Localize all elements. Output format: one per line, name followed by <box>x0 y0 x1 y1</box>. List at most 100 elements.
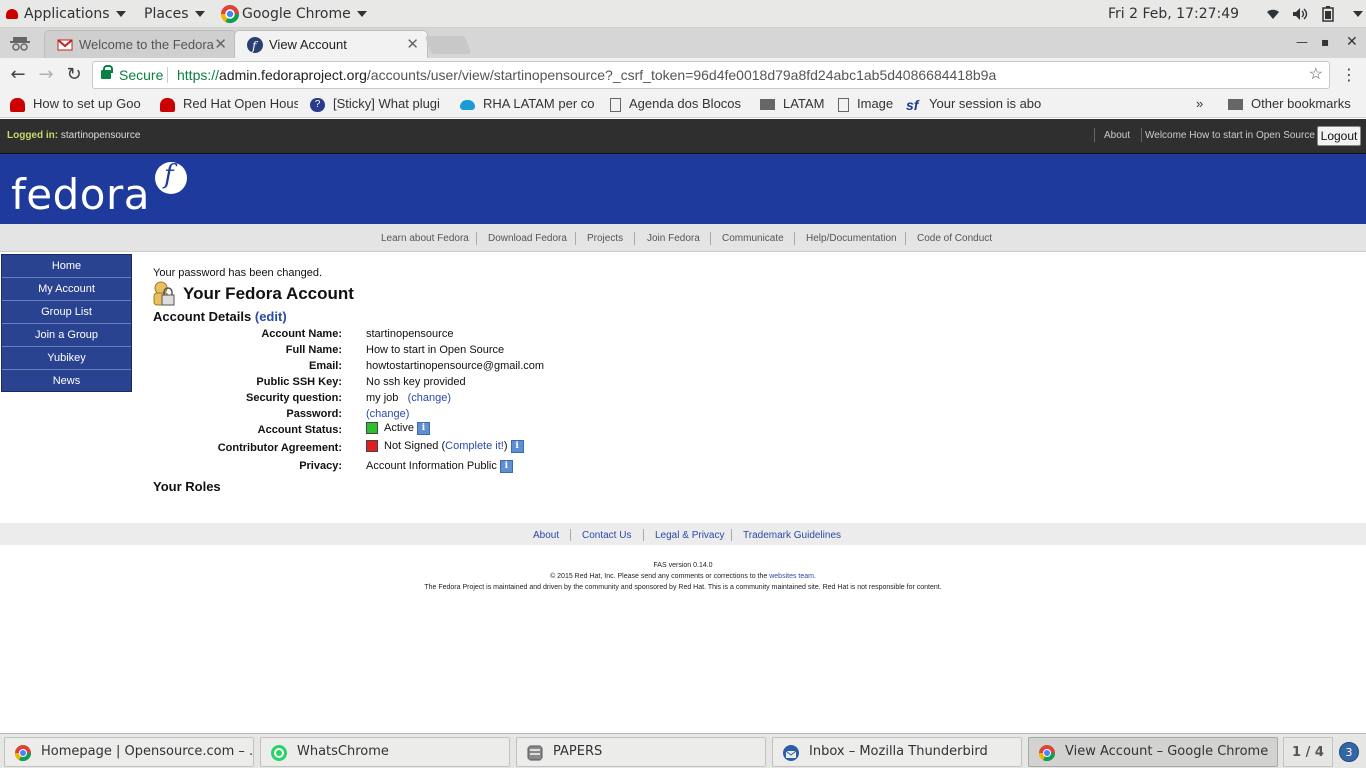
close-tab-icon[interactable]: ✕ <box>406 31 419 58</box>
active-app-menu[interactable]: Google Chrome <box>220 0 367 28</box>
redhat-icon <box>160 97 175 112</box>
tab-view-account[interactable]: f View Account ✕ <box>234 30 428 58</box>
redhat-icon <box>10 97 25 112</box>
logged-in-status: Logged in: startinopensource <box>7 130 140 141</box>
bookmark-item[interactable]: RHA LATAM per co <box>460 92 598 118</box>
info-icon[interactable]: i <box>510 440 524 453</box>
whatsapp-icon <box>271 745 287 761</box>
task-thunderbird[interactable]: Inbox – Mozilla Thunderbird <box>772 737 1022 767</box>
about-link[interactable]: About <box>1104 130 1130 141</box>
task-label: Inbox – Mozilla Thunderbird <box>809 744 988 759</box>
logout-button[interactable]: Logout <box>1317 126 1361 146</box>
welcome-link[interactable]: Welcome How to start in Open Source <box>1145 130 1315 141</box>
forward-arrow-icon[interactable]: → <box>33 62 59 88</box>
disclaimer: The Fedora Project is maintained and dri… <box>424 584 942 591</box>
cross-icon <box>366 440 378 453</box>
change-security-link[interactable]: (change) <box>408 392 451 404</box>
footer-legal-link[interactable]: Legal & Privacy <box>655 530 724 541</box>
star-bookmark-icon[interactable]: ☆ <box>1309 62 1323 88</box>
places-label: Places <box>144 6 189 22</box>
nav-download-fedora[interactable]: Download Fedora <box>488 233 567 244</box>
tab-title: Welcome to the Fedora <box>79 37 214 52</box>
bookmark-item[interactable]: ? [Sticky] What plugi <box>310 92 446 118</box>
url-text: https://admin.fedoraproject.org/accounts… <box>177 67 997 83</box>
secure-label: Secure <box>119 67 164 83</box>
bookmarks-overflow-button[interactable]: » <box>1196 92 1210 118</box>
bookmark-item[interactable]: Image <box>838 92 900 118</box>
sidebar-item-yubikey[interactable]: Yubikey <box>2 347 131 370</box>
info-icon[interactable]: i <box>416 422 430 435</box>
change-password-link[interactable]: (change) <box>366 408 409 420</box>
security-answer: my job <box>366 392 399 404</box>
task-papers[interactable]: PAPERS <box>516 737 766 767</box>
task-label: PAPERS <box>553 744 603 759</box>
sidebar-item-my-account[interactable]: My Account <box>2 278 131 301</box>
maximize-icon[interactable]: ▪ <box>1321 28 1329 56</box>
cloud-icon <box>460 99 475 110</box>
account-name-label: Account Name: <box>261 328 342 340</box>
complete-cla-link[interactable]: Complete it! <box>445 440 504 452</box>
workspace-indicator[interactable]: 1 / 4 <box>1283 737 1333 767</box>
reload-icon[interactable]: ↻ <box>61 62 87 88</box>
task-view-account-chrome[interactable]: View Account – Google Chrome <box>1028 737 1278 767</box>
footer-text: FAS version 0.14.0 © 2015 Red Hat, Inc. … <box>0 560 1366 593</box>
tab-title: View Account <box>269 37 347 52</box>
task-whatschrome[interactable]: WhatsChrome <box>260 737 510 767</box>
places-menu[interactable]: Places <box>144 0 205 28</box>
notification-badge[interactable]: 3 <box>1339 742 1359 762</box>
logged-in-label: Logged in: <box>7 130 59 141</box>
address-bar[interactable]: Secure https://admin.fedoraproject.org/a… <box>92 61 1330 89</box>
bookmark-label: Other bookmarks <box>1251 96 1351 111</box>
bookmark-item[interactable]: How to set up Goo <box>10 92 148 118</box>
gmail-icon <box>57 39 73 51</box>
minimize-icon[interactable]: — <box>1296 28 1308 56</box>
bookmark-folder[interactable]: LATAM <box>760 92 832 118</box>
back-arrow-icon[interactable]: ← <box>5 62 31 88</box>
edit-link[interactable]: (edit) <box>255 309 287 324</box>
other-bookmarks-folder[interactable]: Other bookmarks <box>1228 92 1362 118</box>
fas-top-bar: Logged in: startinopensource About Welco… <box>0 119 1366 154</box>
nav-projects[interactable]: Projects <box>587 233 623 244</box>
sidebar-item-group-list[interactable]: Group List <box>2 301 131 324</box>
copyright-period: . <box>813 573 816 580</box>
applications-menu[interactable]: Applications <box>6 0 126 28</box>
tab-strip: Welcome to the Fedora ✕ f View Account ✕… <box>0 28 1366 58</box>
volume-icon[interactable] <box>1292 0 1308 28</box>
new-tab-button[interactable] <box>424 36 472 54</box>
change-password-text[interactable]: (change) <box>366 408 409 420</box>
password-label: Password: <box>286 408 342 420</box>
sidebar-item-join-a-group[interactable]: Join a Group <box>2 324 131 347</box>
email-value: howtostartinopensource@gmail.com <box>366 360 545 372</box>
wifi-icon[interactable] <box>1266 0 1280 28</box>
footer-about-link[interactable]: About <box>533 530 559 541</box>
contributor-agreement-label: Contributor Agreement: <box>217 442 342 454</box>
nav-communicate[interactable]: Communicate <box>722 233 784 244</box>
close-window-icon[interactable]: ✕ <box>1346 28 1358 56</box>
bookmark-item[interactable]: Agenda dos Blocos <box>610 92 748 118</box>
sidebar-item-news[interactable]: News <box>2 370 131 393</box>
nav-help-documentation[interactable]: Help/Documentation <box>806 233 897 244</box>
info-icon[interactable]: i <box>499 460 513 473</box>
clock[interactable]: Fri 2 Feb, 17:27:49 <box>1108 0 1239 28</box>
nav-join-fedora[interactable]: Join Fedora <box>647 233 700 244</box>
sidebar-item-home[interactable]: Home <box>2 255 131 278</box>
bookmark-label: Image <box>857 96 894 111</box>
footer-trademark-link[interactable]: Trademark Guidelines <box>743 530 841 541</box>
fedora-logo[interactable]: fedora <box>11 170 150 219</box>
bookmark-item[interactable]: sf Your session is abo <box>906 92 1046 118</box>
nav-learn-about-fedora[interactable]: Learn about Fedora <box>381 233 469 244</box>
bookmark-item[interactable]: Red Hat Open Hous <box>160 92 298 118</box>
sourceforge-icon: sf <box>906 96 919 113</box>
system-menu-chevron-icon[interactable] <box>1347 0 1363 28</box>
task-opensource-homepage[interactable]: Homepage | Opensource.com – ... <box>4 737 254 767</box>
tab-welcome-fedora[interactable]: Welcome to the Fedora ✕ <box>44 30 236 58</box>
footer-contact-link[interactable]: Contact Us <box>582 530 631 541</box>
fedora-logo-f: f <box>164 160 174 190</box>
battery-icon[interactable] <box>1322 0 1334 28</box>
close-tab-icon[interactable]: ✕ <box>214 31 227 58</box>
full-name-label: Full Name: <box>285 344 342 356</box>
bookmarks-bar: How to set up Goo Red Hat Open Hous ? [St… <box>0 92 1366 118</box>
nav-code-of-conduct[interactable]: Code of Conduct <box>917 233 992 244</box>
chrome-menu-icon[interactable]: ⋮ <box>1336 62 1362 88</box>
websites-team-link[interactable]: websites team <box>769 573 814 580</box>
